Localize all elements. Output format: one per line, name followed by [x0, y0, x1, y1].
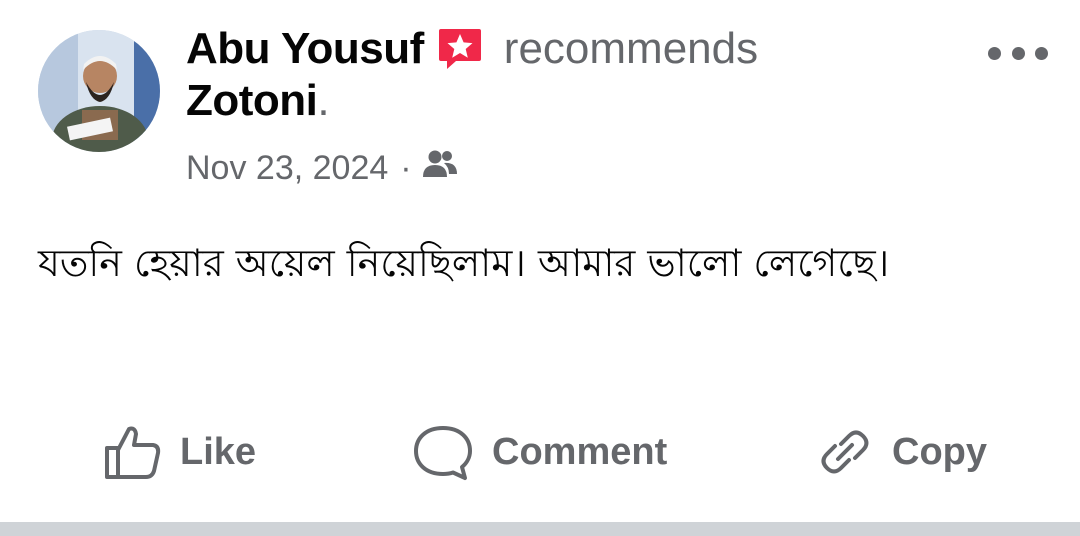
like-button[interactable]: Like: [104, 412, 256, 492]
post-date[interactable]: Nov 23, 2024: [186, 149, 388, 188]
copy-button[interactable]: Copy: [816, 412, 987, 492]
meta-separator: ·: [400, 149, 412, 187]
copy-label: Copy: [892, 430, 987, 473]
friends-icon[interactable]: [422, 148, 458, 189]
comment-label: Comment: [492, 430, 668, 473]
comment-bubble-icon: [414, 426, 472, 480]
recommend-star-icon: [436, 25, 484, 73]
link-icon: [821, 430, 869, 474]
recommends-label: recommends: [503, 24, 759, 73]
post-actions: Like Comment Copy: [0, 412, 1080, 492]
thumbs-up-icon: [105, 426, 161, 479]
avatar[interactable]: [38, 30, 160, 152]
author-name-continued[interactable]: Zotoni: [186, 76, 318, 126]
author-name[interactable]: Abu Yousuf: [186, 24, 424, 74]
post-card: Abu Yousuf recommends Zotoni . Nov 23, 2…: [0, 0, 1080, 522]
more-options-icon[interactable]: [988, 38, 1048, 68]
trailing-dot: .: [317, 76, 330, 125]
post-header: Abu Yousuf recommends Zotoni .: [186, 22, 986, 130]
post-meta: Nov 23, 2024 ·: [186, 148, 458, 189]
feed-divider: [0, 522, 1080, 536]
comment-button[interactable]: Comment: [412, 412, 667, 492]
avatar-photo: [38, 30, 160, 152]
post-body: যতনি হেয়ার অয়েল নিয়েছিলাম। আমার ভালো …: [38, 241, 890, 285]
like-label: Like: [180, 430, 257, 473]
